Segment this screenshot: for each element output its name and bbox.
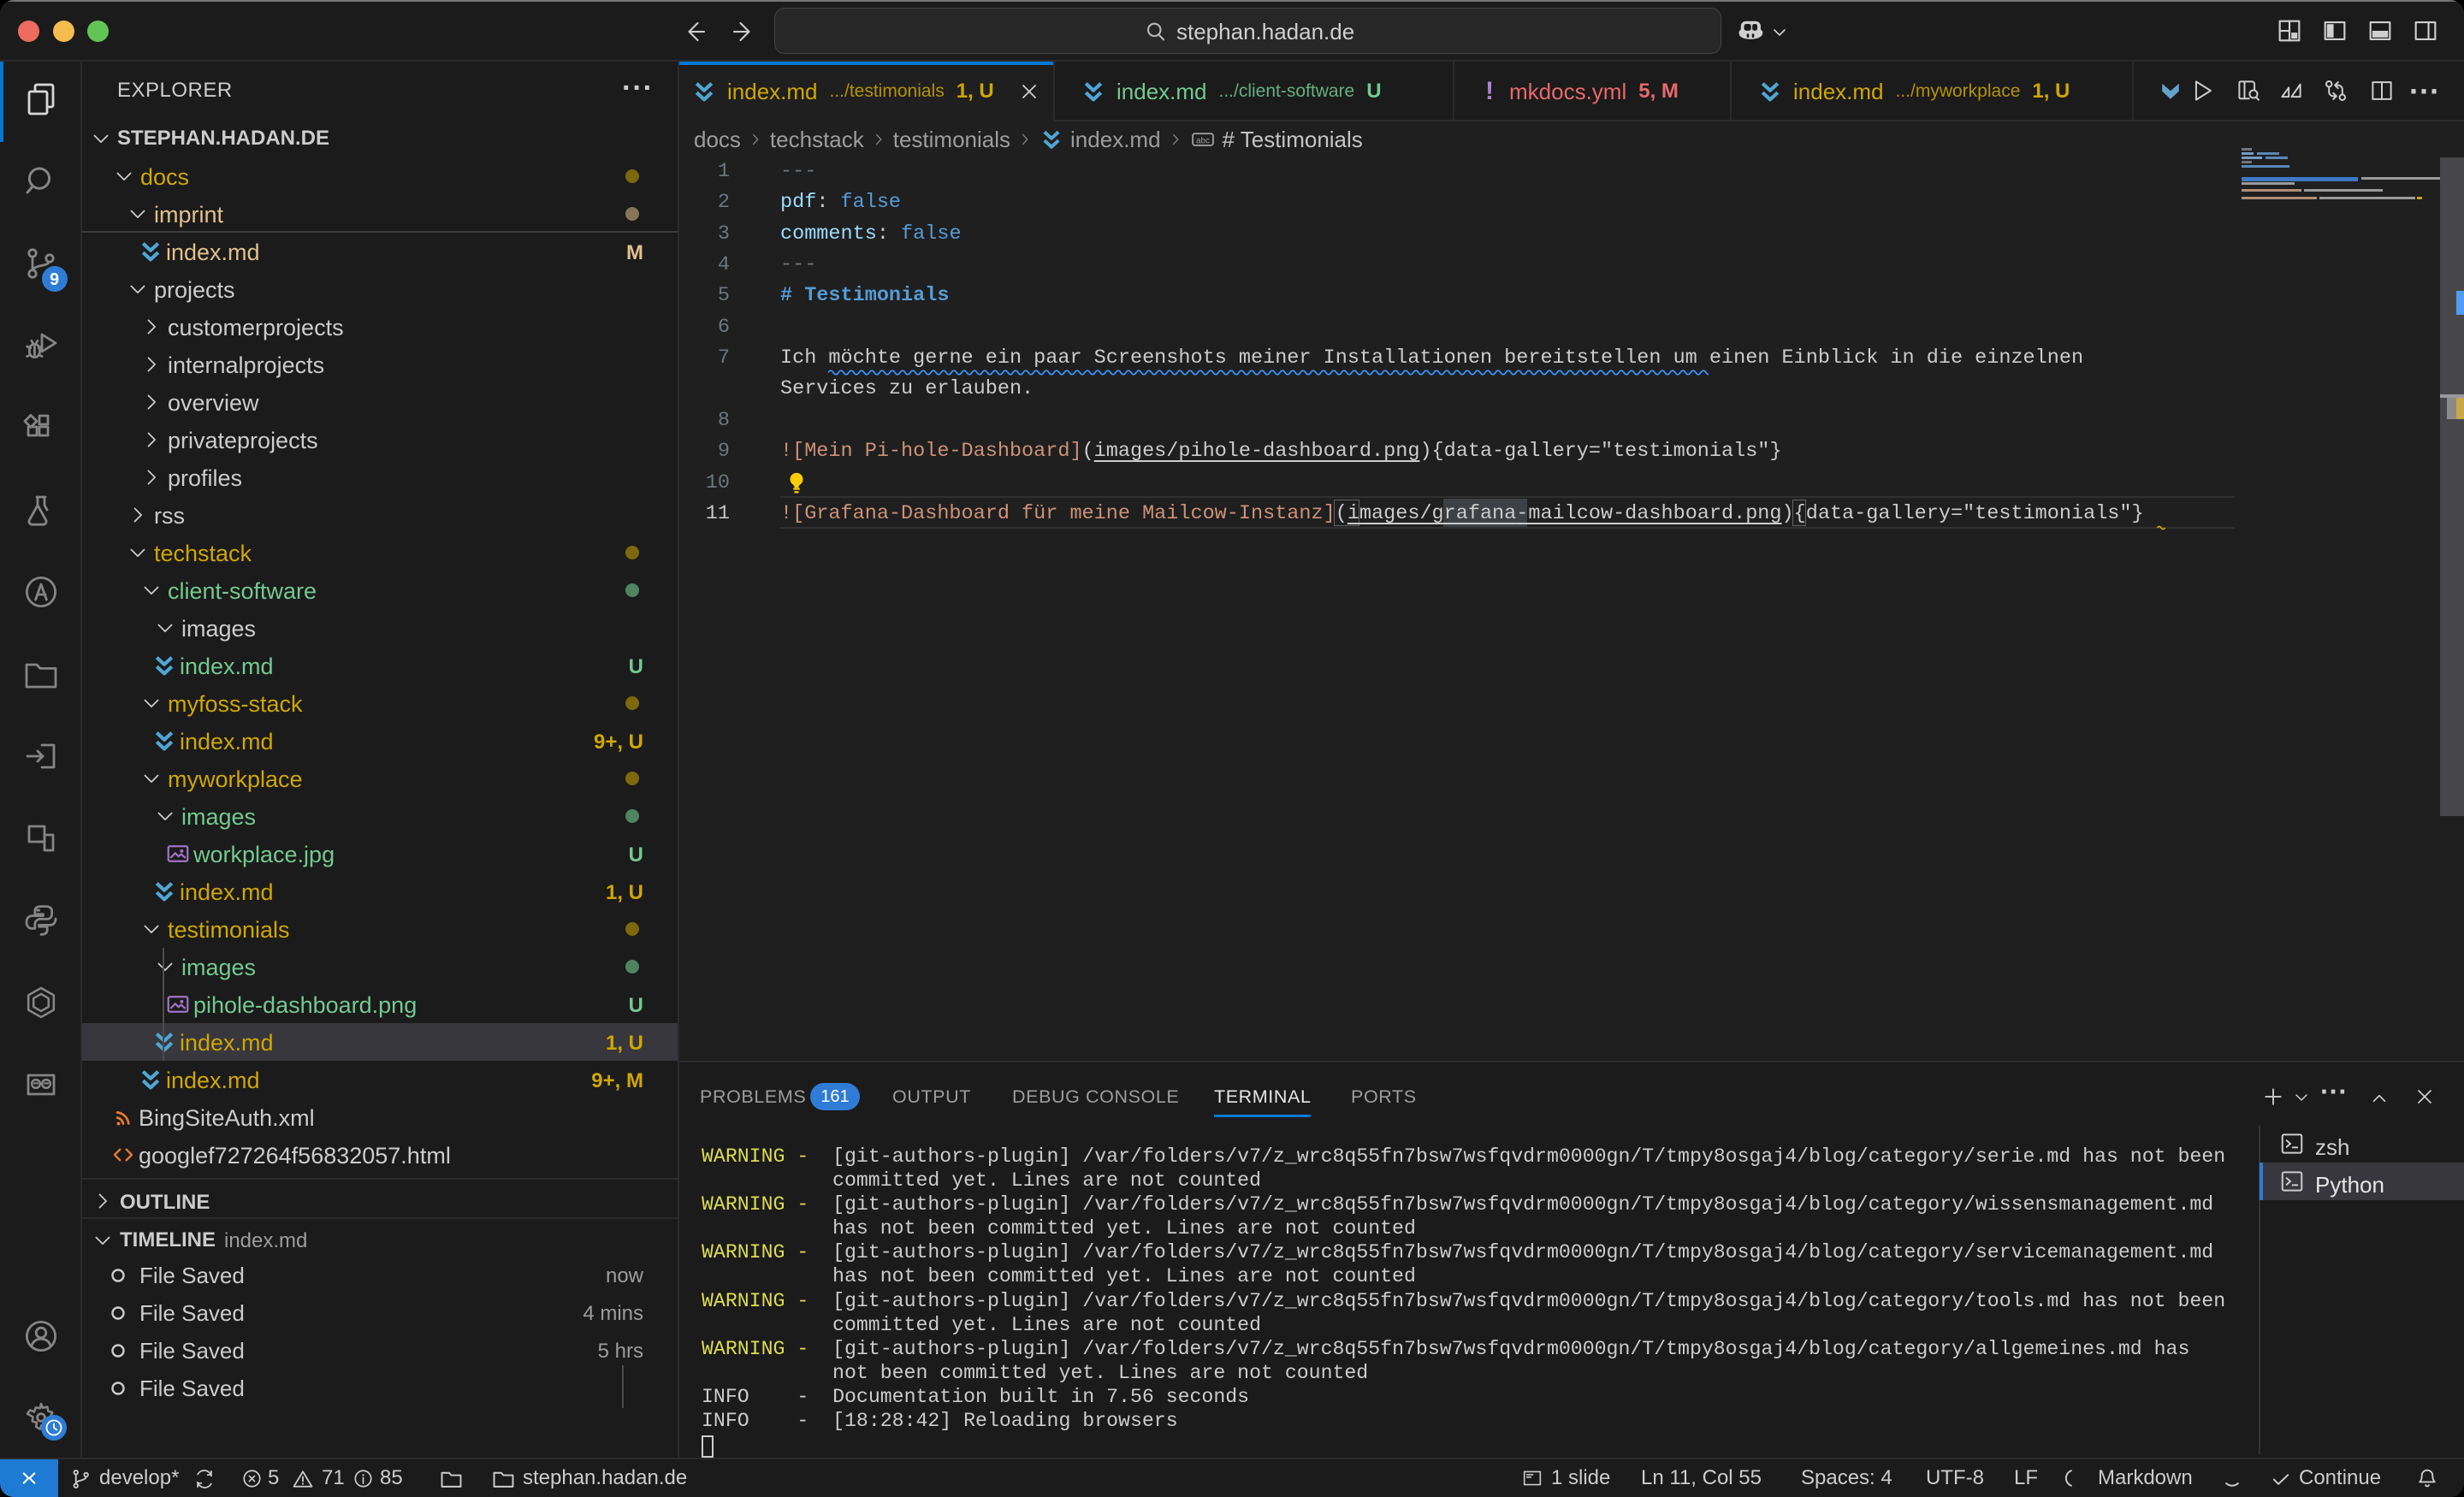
svg-text:abc: abc [1195,136,1209,145]
